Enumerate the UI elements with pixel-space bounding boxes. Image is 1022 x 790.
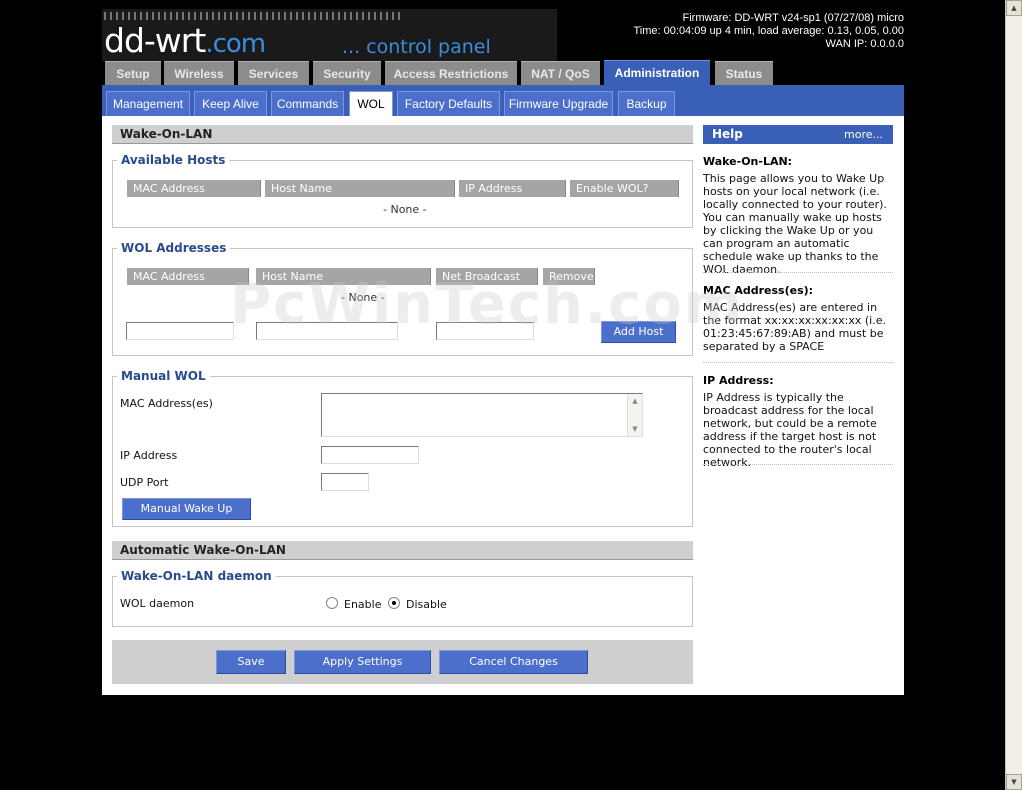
tab-security[interactable]: Security bbox=[313, 61, 381, 85]
col-mac-address: MAC Address bbox=[127, 180, 261, 197]
section-auto-wol-title: Automatic Wake-On-LAN bbox=[112, 541, 693, 560]
tab-administration[interactable]: Administration bbox=[604, 60, 710, 86]
help-text-wol: This page allows you to Wake Up hosts on… bbox=[703, 172, 887, 276]
tab-wireless[interactable]: Wireless bbox=[164, 61, 234, 85]
wol-daemon-fieldset: Wake-On-LAN daemon WOL daemon Enable Dis… bbox=[112, 569, 693, 627]
wol-daemon-label: WOL daemon bbox=[120, 597, 195, 610]
logo-subtitle: ... control panel bbox=[342, 36, 491, 58]
new-mac-input[interactable] bbox=[126, 322, 234, 340]
disable-radio[interactable] bbox=[388, 597, 400, 609]
header: dd-wrt.com ... control panel Firmware: D… bbox=[102, 9, 904, 61]
logo-text: dd-wrt.com bbox=[104, 21, 266, 60]
mac-addresses-label: MAC Address(es) bbox=[120, 397, 213, 410]
cancel-changes-button[interactable]: Cancel Changes bbox=[439, 650, 588, 674]
help-header: Help more... bbox=[703, 125, 893, 144]
ip-address-label: IP Address bbox=[120, 449, 178, 462]
col-net-broadcast: Net Broadcast bbox=[436, 268, 538, 285]
add-host-button[interactable]: Add Host bbox=[601, 321, 676, 343]
manual-wol-fieldset: Manual WOL MAC Address(es) ▲ ▼ IP Addres… bbox=[112, 369, 693, 527]
new-broadcast-input[interactable] bbox=[436, 322, 534, 340]
scroll-down-icon[interactable]: ▼ bbox=[628, 425, 642, 433]
enable-label: Enable bbox=[344, 598, 382, 611]
help-title-mac: MAC Address(es): bbox=[703, 284, 814, 297]
col-enable-wol: Enable WOL? bbox=[570, 180, 679, 197]
help-separator bbox=[703, 272, 893, 273]
ddwrt-logo: dd-wrt.com ... control panel bbox=[102, 9, 557, 61]
manual-wake-up-button[interactable]: Manual Wake Up bbox=[122, 498, 251, 520]
udp-port-input[interactable] bbox=[321, 473, 369, 491]
subtab-keep-alive[interactable]: Keep Alive bbox=[194, 91, 267, 116]
scrollbar-track[interactable] bbox=[1006, 16, 1022, 774]
subtab-wol[interactable]: WOL bbox=[349, 91, 393, 116]
manual-wol-legend: Manual WOL bbox=[117, 369, 210, 383]
uptime-info: Time: 00:04:09 up 4 min, load average: 0… bbox=[633, 25, 905, 37]
help-text-mac: MAC Address(es) are entered in the forma… bbox=[703, 301, 886, 353]
wol-daemon-legend: Wake-On-LAN daemon bbox=[117, 569, 276, 583]
col-host-name: Host Name bbox=[256, 268, 431, 285]
firmware-info: Firmware: DD-WRT v24-sp1 (07/27/08) micr… bbox=[682, 12, 904, 24]
available-hosts-empty: - None - bbox=[383, 203, 427, 216]
save-button[interactable]: Save bbox=[216, 650, 286, 674]
wol-addresses-fieldset: WOL Addresses MAC Address Host Name Net … bbox=[112, 241, 693, 356]
section-wol-title: Wake-On-LAN bbox=[112, 125, 693, 144]
help-text-ip: IP Address is typically the broadcast ad… bbox=[703, 391, 877, 469]
available-hosts-legend: Available Hosts bbox=[117, 153, 230, 167]
ip-address-input[interactable] bbox=[321, 446, 419, 464]
subtab-backup[interactable]: Backup bbox=[618, 91, 675, 116]
subtab-firmware-upgrade[interactable]: Firmware Upgrade bbox=[504, 91, 613, 116]
tab-services[interactable]: Services bbox=[238, 61, 309, 85]
mac-addresses-textarea[interactable]: ▲ ▼ bbox=[321, 393, 643, 437]
help-title-wol: Wake-On-LAN: bbox=[703, 155, 793, 168]
page-scrollbar[interactable]: ▲ ▼ bbox=[1005, 0, 1022, 790]
subtab-factory-defaults[interactable]: Factory Defaults bbox=[397, 91, 500, 116]
logo-dots bbox=[104, 12, 404, 20]
subtab-commands[interactable]: Commands bbox=[271, 91, 344, 116]
col-remove: Remove bbox=[543, 268, 595, 285]
scroll-up-icon[interactable]: ▲ bbox=[1006, 0, 1022, 16]
col-mac-address: MAC Address bbox=[127, 268, 249, 285]
disable-label: Disable bbox=[406, 598, 447, 611]
wol-addresses-legend: WOL Addresses bbox=[117, 241, 231, 255]
available-hosts-fieldset: Available Hosts MAC Address Host Name IP… bbox=[112, 153, 693, 228]
subtab-management[interactable]: Management bbox=[106, 91, 190, 116]
col-host-name: Host Name bbox=[265, 180, 455, 197]
action-bar: Save Apply Settings Cancel Changes bbox=[112, 640, 693, 684]
tab-nat-qos[interactable]: NAT / QoS bbox=[521, 61, 600, 85]
apply-settings-button[interactable]: Apply Settings bbox=[294, 650, 431, 674]
new-hostname-input[interactable] bbox=[256, 322, 398, 340]
tab-status[interactable]: Status bbox=[715, 61, 773, 85]
enable-radio[interactable] bbox=[326, 597, 338, 609]
tab-setup[interactable]: Setup bbox=[105, 61, 161, 85]
help-separator bbox=[703, 464, 893, 465]
scroll-down-icon[interactable]: ▼ bbox=[1006, 774, 1022, 790]
help-separator bbox=[703, 362, 893, 363]
help-more-link[interactable]: more... bbox=[844, 125, 883, 144]
col-ip-address: IP Address bbox=[459, 180, 566, 197]
router-info: Firmware: DD-WRT v24-sp1 (07/27/08) micr… bbox=[634, 12, 905, 51]
tab-access-restrictions[interactable]: Access Restrictions bbox=[385, 61, 517, 85]
content-area: Wake-On-LAN Available Hosts MAC Address … bbox=[102, 116, 904, 695]
textarea-scrollbar[interactable]: ▲ ▼ bbox=[627, 394, 642, 436]
wan-ip-info: WAN IP: 0.0.0.0 bbox=[825, 38, 904, 50]
help-title-ip: IP Address: bbox=[703, 374, 774, 387]
scroll-up-icon[interactable]: ▲ bbox=[628, 397, 642, 405]
wol-addresses-empty: - None - bbox=[341, 291, 385, 304]
udp-port-label: UDP Port bbox=[120, 476, 169, 489]
